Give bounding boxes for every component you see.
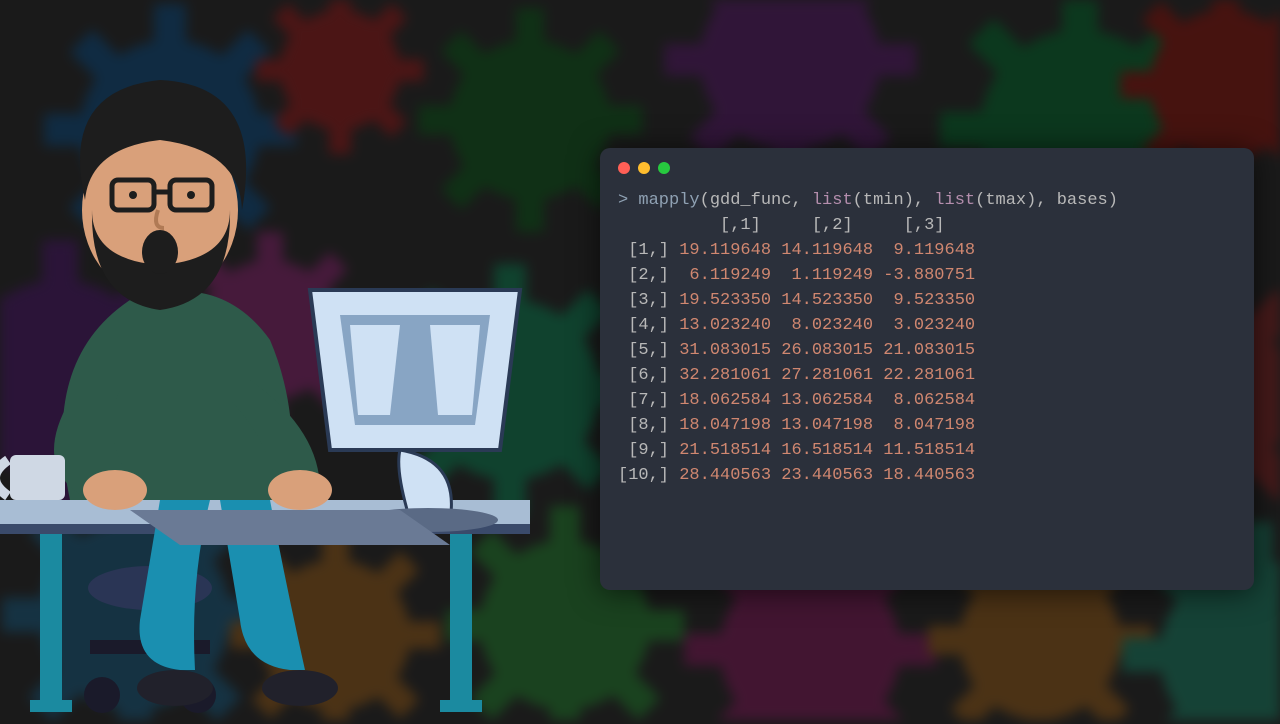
terminal-output: > mapply(gdd_func, list(tmin), list(tmax… (618, 188, 1236, 488)
maximize-icon[interactable] (658, 162, 670, 174)
close-icon[interactable] (618, 162, 630, 174)
window-controls (618, 162, 1236, 174)
minimize-icon[interactable] (638, 162, 650, 174)
terminal-window: > mapply(gdd_func, list(tmin), list(tmax… (600, 148, 1254, 590)
